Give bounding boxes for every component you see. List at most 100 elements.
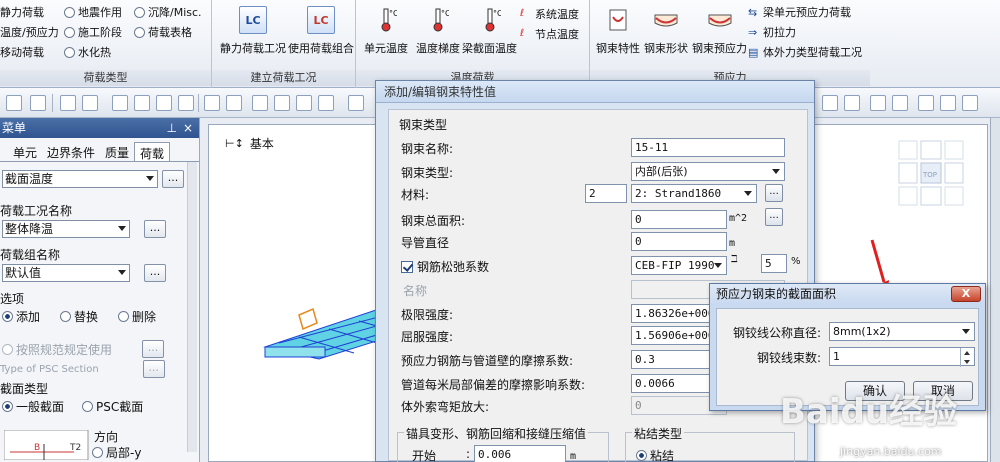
node-temp-button[interactable]: ℓ 节点温度 <box>520 26 579 42</box>
toolbar-rotate-icon[interactable] <box>252 95 268 111</box>
radio-add-icon[interactable] <box>2 311 13 322</box>
relax-checkbox[interactable] <box>401 260 413 273</box>
load-group-more-button[interactable]: ... <box>144 264 166 282</box>
tendon-property-button[interactable]: 钢束特性 <box>596 6 640 56</box>
tendon-prestress-button[interactable]: 钢束预应力 <box>692 6 747 56</box>
material-more-button[interactable]: ... <box>765 184 783 202</box>
pin-icon[interactable]: ⊥ <box>167 118 177 138</box>
beam-prestress-button[interactable]: ⇆ 梁单元预应力荷载 <box>748 4 851 20</box>
toolbar-zoom-icon[interactable] <box>204 95 220 111</box>
bond-option-label[interactable]: 粘结 <box>650 447 674 462</box>
area-input[interactable]: 0 <box>631 210 727 229</box>
toolbar-lock-icon[interactable] <box>940 95 956 111</box>
toolbar-display-icon[interactable] <box>844 95 860 111</box>
material-id-input[interactable]: 2 <box>585 184 627 203</box>
psc-code-more-button[interactable]: ... <box>142 340 165 358</box>
tendon-type-select[interactable]: 内部(后张) <box>631 162 785 181</box>
ribbon-seismic[interactable]: 地震作用 <box>64 4 122 20</box>
radio-general-icon[interactable] <box>2 401 13 412</box>
right-panel-strip[interactable] <box>990 118 1000 462</box>
type-select[interactable]: 截面温度 <box>2 170 158 188</box>
ribbon-construction[interactable]: 施工阶段 <box>64 24 122 40</box>
radio-local-y-icon[interactable] <box>92 447 103 458</box>
toolbar-poly-select-icon[interactable] <box>156 95 172 111</box>
tab-boundary[interactable]: 边界条件 <box>42 142 100 161</box>
radio-psc-icon[interactable] <box>82 401 94 412</box>
toolbar-copy-icon[interactable] <box>918 95 934 111</box>
toolbar-window-select-icon[interactable] <box>134 95 150 111</box>
ribbon-temp-prestress[interactable]: 温度/预应力 <box>0 24 59 40</box>
external-force-case-button[interactable]: ▤ 体外力类型荷载工况 <box>748 44 862 60</box>
load-case-value: 整体降温 <box>5 222 54 236</box>
duct-input[interactable]: 0 <box>631 232 727 251</box>
radio-replace-icon[interactable] <box>60 311 72 322</box>
dialog-title[interactable]: 添加/编辑钢束特性值 <box>376 81 814 103</box>
static-load-case-button[interactable]: LC 静力荷载工况 <box>220 6 286 56</box>
ribbon-load-table[interactable]: 荷载表格 <box>134 24 192 40</box>
view-axis-icon: ⊢↕ <box>225 137 244 150</box>
material-select[interactable]: 2: Strand1860 <box>631 184 757 203</box>
count-stepper[interactable]: 1 <box>829 347 975 367</box>
bond-radio-icon[interactable] <box>636 450 647 461</box>
start-input[interactable]: 0.006 <box>474 445 566 462</box>
section-type-radios: 一般截面 PSC截面 <box>2 398 143 415</box>
toolbar-grid-icon[interactable] <box>82 95 98 111</box>
load-case-select[interactable]: 整体降温 <box>2 220 130 238</box>
left-panel-scrollbar[interactable] <box>187 162 197 452</box>
initial-tension-button[interactable]: ⇒ 初拉力 <box>748 24 796 40</box>
toolbar-element-number-icon[interactable] <box>892 95 908 111</box>
option-replace[interactable]: 替换 <box>74 308 98 325</box>
psc-type-more-button[interactable]: ... <box>142 360 165 378</box>
diameter-select[interactable]: 8mm(1x2) <box>829 322 975 341</box>
section-general[interactable]: 一般截面 <box>16 398 64 415</box>
ribbon-hydration[interactable]: 水化热 <box>64 44 111 60</box>
toolbar-pan-icon[interactable] <box>226 95 242 111</box>
type-select-more-button[interactable]: ... <box>162 170 184 188</box>
toolbar-pointer-icon[interactable] <box>178 95 194 111</box>
toolbar-cursor-icon[interactable] <box>348 95 364 111</box>
load-case-more-button[interactable]: ... <box>144 220 166 238</box>
ribbon-static-load[interactable]: 静力荷载 <box>0 4 44 20</box>
tab-load[interactable]: 荷载 <box>134 142 171 161</box>
toolbar-hide-icon[interactable] <box>296 95 312 111</box>
direction-local-y[interactable]: 局部-y <box>106 444 141 461</box>
spin-arrows-icon[interactable] <box>960 348 974 367</box>
toolbar-view-icon[interactable] <box>822 95 838 111</box>
tendon-profile-button[interactable]: 钢束形状 <box>644 6 688 56</box>
tab-mass[interactable]: 质量 <box>100 142 134 161</box>
close-icon[interactable]: × <box>183 118 193 138</box>
strand-area-title[interactable]: 预应力钢束的截面面积 <box>710 284 985 304</box>
toolbar-line-icon[interactable] <box>30 95 46 111</box>
psc-code-check[interactable] <box>2 343 13 355</box>
toolbar-save-icon[interactable] <box>60 95 76 111</box>
radio-delete-icon[interactable] <box>118 311 130 322</box>
option-delete[interactable]: 删除 <box>132 308 156 325</box>
ribbon-moving-load[interactable]: 移动荷载 <box>0 44 44 60</box>
toolbar-select-icon[interactable] <box>112 95 128 111</box>
area-more-button[interactable]: ... <box>765 208 783 226</box>
view-cube[interactable]: TOP <box>895 137 967 209</box>
beam-section-temp-button[interactable]: °C 梁截面温度 <box>462 6 517 56</box>
moving-load-label: 移动荷载 <box>0 46 44 59</box>
ribbon-settlement[interactable]: 沉降/Misc. <box>134 4 202 20</box>
tab-element[interactable]: 单元 <box>8 142 42 161</box>
section-psc[interactable]: PSC截面 <box>96 398 143 415</box>
toolbar-fit-icon[interactable] <box>274 95 290 111</box>
toolbar-arrow-icon[interactable] <box>6 95 22 111</box>
load-combination-button[interactable]: LC 使用荷载组合 <box>288 6 354 56</box>
tendon-name-input[interactable]: 15-11 <box>631 138 785 157</box>
close-button[interactable]: X <box>951 286 981 302</box>
toolbar-unlock-icon[interactable] <box>962 95 978 111</box>
system-temp-button[interactable]: ℓ 系统温度 <box>520 6 579 22</box>
relax-value-input[interactable]: 5 <box>761 254 787 273</box>
toolbar-active-icon[interactable] <box>318 95 334 111</box>
tendon-name-label: 钢束名称: <box>401 142 454 156</box>
load-group-select[interactable]: 默认值 <box>2 264 130 282</box>
option-add[interactable]: 添加 <box>16 308 40 325</box>
node-temp-label: 节点温度 <box>535 28 579 41</box>
toolbar-node-number-icon[interactable] <box>870 95 886 111</box>
relax-code-select[interactable]: CEB-FIP 1990 <box>631 256 727 275</box>
element-temp-button[interactable]: °C 单元温度 <box>364 6 408 56</box>
view-tab[interactable]: ⊢↕ 基本 <box>225 135 274 152</box>
temp-gradient-button[interactable]: °C 温度梯度 <box>416 6 460 56</box>
